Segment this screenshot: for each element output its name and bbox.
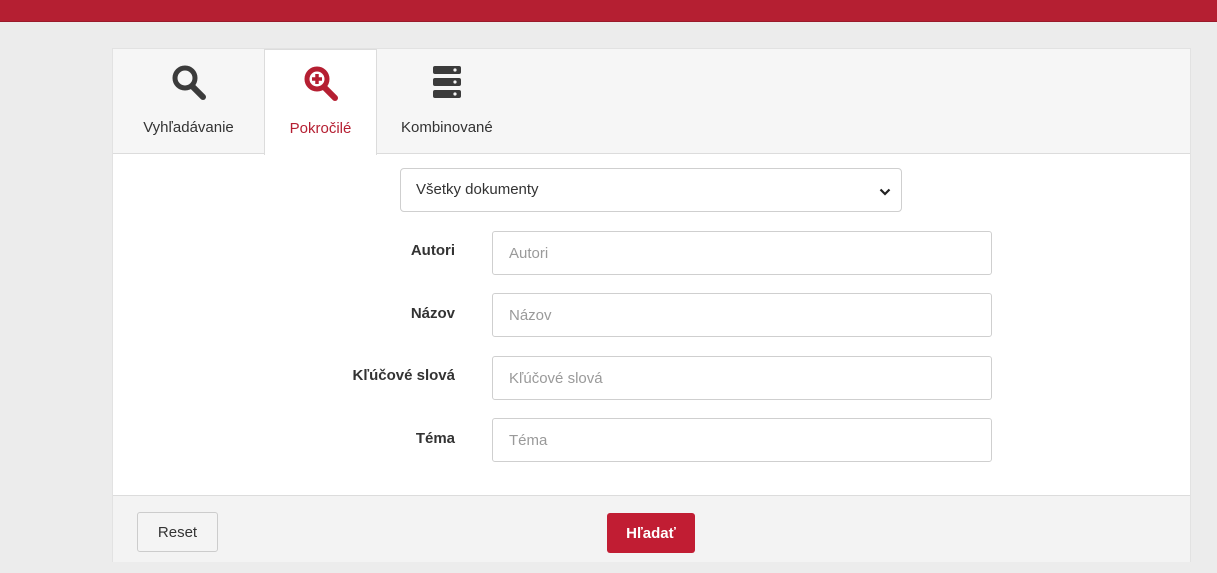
document-type-select[interactable]: Všetky dokumenty	[400, 168, 902, 212]
reset-button[interactable]: Reset	[137, 512, 218, 552]
form-footer: Reset Hľadať	[113, 495, 1190, 562]
title-label: Názov	[410, 305, 455, 322]
search-button[interactable]: Hľadať	[607, 513, 695, 553]
authors-input[interactable]	[492, 231, 992, 275]
keywords-label: Kľúčové slová	[352, 367, 456, 384]
document-type-selected: Všetky dokumenty	[416, 181, 539, 198]
tab-combined-label: Kombinované	[401, 119, 493, 136]
search-icon	[172, 65, 206, 106]
tab-advanced-search[interactable]: Pokročilé	[264, 49, 377, 155]
tab-combined-search[interactable]: Kombinované	[377, 49, 512, 154]
topic-label: Téma	[415, 430, 455, 447]
authors-label: Autori	[410, 242, 455, 259]
tab-advanced-label: Pokročilé	[289, 120, 352, 137]
topic-input[interactable]	[492, 418, 992, 462]
top-accent-bar	[0, 0, 1217, 22]
tab-basic-label: Vyhľadávanie	[143, 119, 234, 136]
search-panel: Vyhľadávanie Pokročilé Kombinované Všetk…	[112, 48, 1191, 562]
keywords-input[interactable]	[492, 356, 992, 400]
chevron-down-icon	[879, 184, 891, 202]
tab-basic-search[interactable]: Vyhľadávanie	[113, 49, 264, 154]
advanced-search-icon	[304, 66, 338, 107]
search-tabs: Vyhľadávanie Pokročilé Kombinované	[113, 49, 1190, 155]
title-input[interactable]	[492, 293, 992, 337]
stack-icon	[433, 65, 461, 104]
